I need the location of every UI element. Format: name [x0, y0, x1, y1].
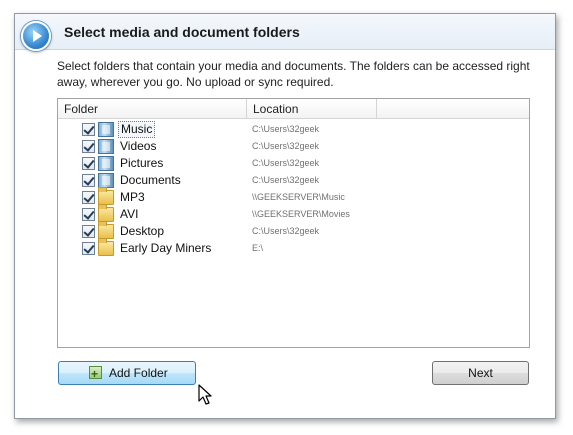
- table-row[interactable]: Early Day Miners E:\: [58, 238, 529, 257]
- checkbox[interactable]: [82, 140, 95, 153]
- checkbox[interactable]: [82, 123, 95, 136]
- folder-location: C:\Users\32geek: [252, 158, 320, 168]
- checkbox[interactable]: [82, 157, 95, 170]
- folder-name[interactable]: Music: [118, 121, 156, 138]
- pictures-library-icon: [98, 156, 114, 171]
- checkbox[interactable]: [82, 208, 95, 221]
- table-row[interactable]: Desktop C:\Users\32geek: [58, 221, 529, 240]
- dialog-header: Select media and document folders: [15, 14, 555, 51]
- folder-location: \\GEEKSERVER\Music: [252, 192, 345, 202]
- folder-location: C:\Users\32geek: [252, 141, 320, 151]
- add-folder-button[interactable]: Add Folder: [58, 361, 196, 385]
- column-header-empty: [377, 99, 529, 119]
- folder-name[interactable]: Early Day Miners: [118, 240, 213, 257]
- folder-name[interactable]: Videos: [118, 138, 158, 155]
- checkbox[interactable]: [82, 242, 95, 255]
- instructions-text: Select folders that contain your media a…: [57, 59, 530, 89]
- mouse-cursor-icon: [198, 384, 212, 405]
- music-library-icon: [98, 122, 114, 137]
- column-header-location[interactable]: Location: [247, 99, 377, 119]
- folder-name[interactable]: Desktop: [118, 223, 166, 240]
- add-folder-icon: [89, 363, 102, 385]
- folder-location: E:\: [252, 243, 264, 253]
- folder-name[interactable]: Pictures: [118, 155, 165, 172]
- folder-location: \\GEEKSERVER\Movies: [252, 209, 350, 219]
- table-row[interactable]: Documents C:\Users\32geek: [58, 172, 529, 189]
- checkbox[interactable]: [82, 191, 95, 204]
- dialog-title: Select media and document folders: [64, 24, 300, 40]
- table-row[interactable]: Videos C:\Users\32geek: [58, 138, 529, 155]
- column-header-folder[interactable]: Folder: [58, 99, 247, 119]
- table-row[interactable]: MP3 \\GEEKSERVER\Music: [58, 187, 529, 206]
- table-row[interactable]: AVI \\GEEKSERVER\Movies: [58, 204, 529, 223]
- checkbox[interactable]: [82, 225, 95, 238]
- documents-library-icon: [98, 173, 114, 188]
- folder-list: Folder Location Music C:\Users\32geek Vi…: [57, 98, 530, 348]
- folder-icon: [98, 187, 114, 205]
- folder-icon: [98, 204, 114, 222]
- folder-name[interactable]: MP3: [118, 189, 147, 206]
- table-row[interactable]: Pictures C:\Users\32geek: [58, 155, 529, 172]
- folder-icon: [98, 238, 114, 256]
- media-player-icon: [21, 21, 51, 51]
- folder-location: C:\Users\32geek: [252, 124, 320, 134]
- checkbox[interactable]: [82, 174, 95, 187]
- folder-location: C:\Users\32geek: [252, 226, 320, 236]
- folder-name[interactable]: Documents: [118, 172, 183, 189]
- folder-icon: [98, 221, 114, 239]
- list-header: Folder Location: [58, 99, 529, 119]
- next-button[interactable]: Next: [432, 361, 529, 385]
- videos-library-icon: [98, 139, 114, 154]
- folder-name[interactable]: AVI: [118, 206, 140, 223]
- table-row[interactable]: Music C:\Users\32geek: [58, 121, 529, 138]
- folder-location: C:\Users\32geek: [252, 175, 320, 185]
- add-folder-label: Add Folder: [109, 366, 168, 380]
